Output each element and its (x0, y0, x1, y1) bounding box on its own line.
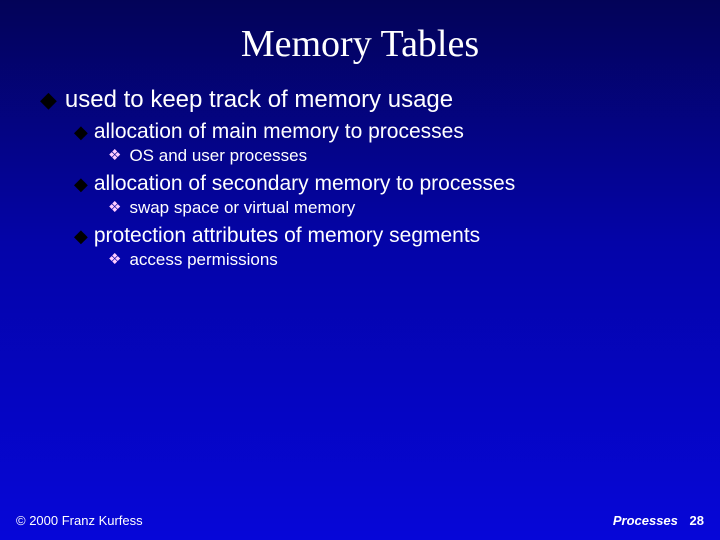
page-number: 28 (690, 513, 704, 528)
fleur-icon: ❖ (108, 146, 121, 166)
bullet-text: allocation of main memory to processes (94, 120, 464, 144)
slide: Memory Tables ◆ used to keep track of me… (0, 0, 720, 540)
bullet-text: swap space or virtual memory (129, 198, 355, 218)
bullet-level2: ◆ allocation of main memory to processes (74, 120, 680, 144)
bullet-text: allocation of secondary memory to proces… (94, 172, 515, 196)
diamond-icon: ◆ (74, 120, 88, 144)
fleur-icon: ❖ (108, 250, 121, 270)
diamond-icon: ◆ (40, 86, 57, 114)
bullet-text: used to keep track of memory usage (65, 86, 453, 114)
bullet-level2: ◆ protection attributes of memory segmen… (74, 224, 680, 248)
bullet-text: protection attributes of memory segments (94, 224, 480, 248)
bullet-level3: ❖ OS and user processes (108, 146, 680, 166)
bullet-level3: ❖ swap space or virtual memory (108, 198, 680, 218)
slide-title: Memory Tables (0, 0, 720, 66)
diamond-icon: ◆ (74, 172, 88, 196)
bullet-text: OS and user processes (129, 146, 307, 166)
slide-footer: © 2000 Franz Kurfess Processes 28 (0, 513, 720, 528)
page-indicator: Processes 28 (613, 513, 704, 528)
bullet-level1: ◆ used to keep track of memory usage (40, 86, 680, 114)
slide-content: ◆ used to keep track of memory usage ◆ a… (0, 66, 720, 270)
bullet-level3: ❖ access permissions (108, 250, 680, 270)
copyright-text: © 2000 Franz Kurfess (16, 513, 143, 528)
bullet-level2: ◆ allocation of secondary memory to proc… (74, 172, 680, 196)
section-name: Processes (613, 513, 678, 528)
diamond-icon: ◆ (74, 224, 88, 248)
bullet-text: access permissions (129, 250, 277, 270)
fleur-icon: ❖ (108, 198, 121, 218)
